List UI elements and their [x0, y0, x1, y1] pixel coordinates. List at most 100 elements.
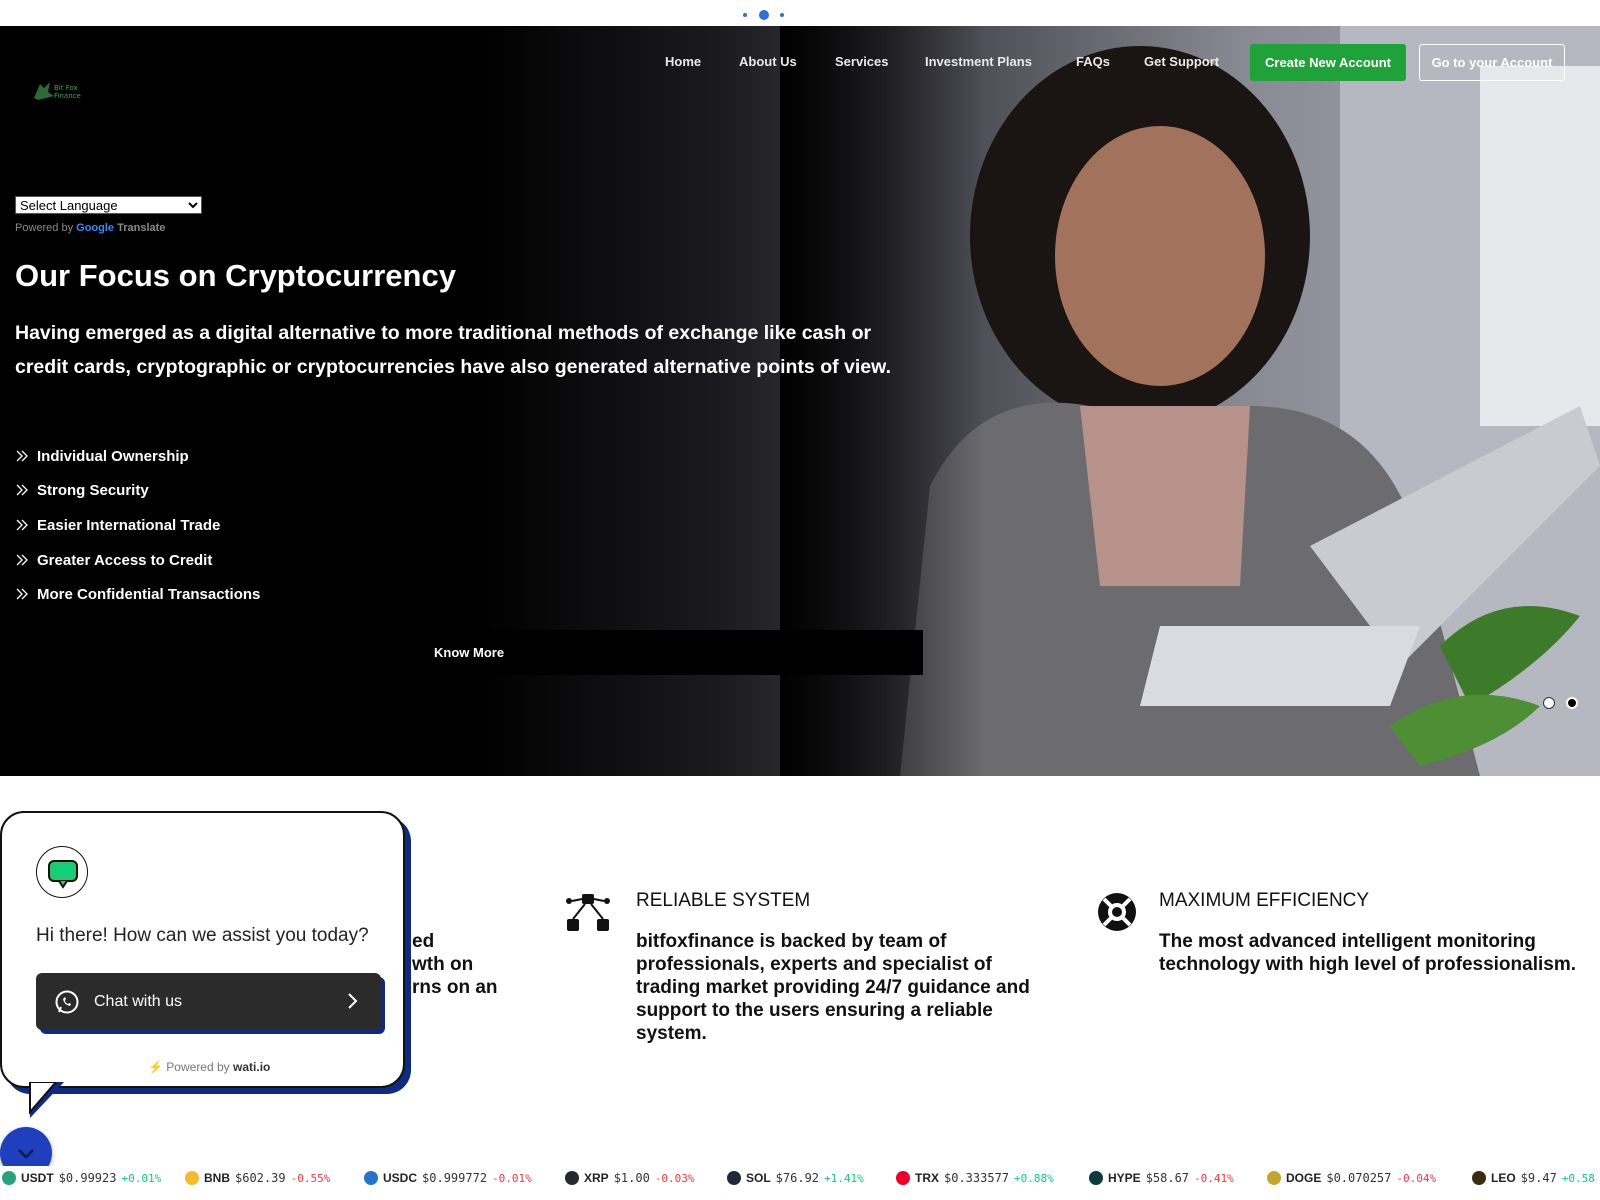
- page-indicator-strip: [0, 0, 1600, 26]
- ticker-change: +1.41%: [824, 1171, 864, 1185]
- logo-line1: Bit Fox: [54, 84, 78, 92]
- ticker-symbol: USDT: [21, 1171, 54, 1185]
- ticker-item[interactable]: BNB $602.39 -0.55%: [185, 1168, 330, 1188]
- chat-widget-card: Hi there! How can we assist you today? C…: [0, 811, 410, 1091]
- ticker-price: $0.999772: [422, 1171, 488, 1185]
- hero-title: Our Focus on Cryptocurrency: [15, 258, 456, 293]
- hero-description: Having emerged as a digital alternative …: [15, 322, 891, 378]
- ticker-symbol: HYPE: [1108, 1171, 1141, 1185]
- ticker-symbol: XRP: [584, 1171, 609, 1185]
- column2-title: RELIABLE SYSTEM: [636, 890, 811, 911]
- nav-investment-plans[interactable]: Investment Plans: [925, 54, 1032, 69]
- feature-item: Greater Access to Credit: [15, 550, 212, 570]
- ticker-item[interactable]: LEO $9.47 +0.58: [1472, 1168, 1595, 1188]
- ticker-price: $0.99923: [58, 1171, 117, 1185]
- feature-item: More Confidential Transactions: [15, 584, 260, 604]
- ticker-symbol: DOGE: [1286, 1171, 1322, 1185]
- chat-greeting: Hi there! How can we assist you today?: [36, 925, 369, 946]
- ticker-price: $0.333577: [944, 1171, 1010, 1185]
- trx-icon: [896, 1171, 910, 1185]
- create-account-button[interactable]: Create New Account: [1250, 44, 1406, 81]
- column3-title: MAXIMUM EFFICIENCY: [1159, 890, 1370, 911]
- xrp-icon: [565, 1171, 579, 1185]
- feature-label: More Confidential Transactions: [37, 585, 261, 603]
- nav-services[interactable]: Services: [835, 54, 889, 69]
- ticker-price: $76.92: [775, 1171, 820, 1185]
- chat-bubble-icon: [48, 860, 78, 889]
- logo-line2: Finance: [54, 92, 81, 100]
- double-chevron-icon: [16, 588, 28, 600]
- nav-faqs[interactable]: FAQs: [1076, 54, 1110, 69]
- ticker-change: -0.03%: [654, 1171, 695, 1185]
- ticker-symbol: SOL: [746, 1171, 771, 1185]
- double-chevron-icon: [16, 554, 28, 566]
- ticker-symbol: LEO: [1491, 1171, 1516, 1185]
- ticker-change: -0.01%: [492, 1171, 532, 1185]
- ticker-item[interactable]: SOL $76.92 +1.41%: [727, 1168, 864, 1188]
- ticker-change: -0.41%: [1194, 1171, 1234, 1185]
- chat-with-us-button[interactable]: Chat with us: [36, 973, 381, 1030]
- bnb-icon: [185, 1171, 199, 1185]
- page-dot[interactable]: [780, 13, 784, 17]
- usdt-icon: [2, 1171, 16, 1185]
- network-icon: [566, 894, 610, 931]
- wati-powered-text: Powered by: [166, 1060, 230, 1074]
- column1-fragment: ed: [412, 931, 435, 952]
- ticker-item[interactable]: USDT $0.99923 +0.01%: [2, 1168, 161, 1188]
- slider-dot[interactable]: [1543, 697, 1555, 709]
- column1-fragment: wth on: [412, 954, 474, 975]
- go-to-account-button[interactable]: Go to your Account: [1419, 44, 1565, 81]
- ticker-price: $1.00: [613, 1171, 650, 1185]
- slider-dot-active[interactable]: [1566, 697, 1578, 709]
- feature-label: Greater Access to Credit: [37, 551, 213, 569]
- powered-by-text: Powered by: [15, 222, 74, 234]
- ticker-item[interactable]: DOGE $0.070257 -0.04%: [1267, 1168, 1436, 1188]
- ticker-price: $9.47: [1520, 1171, 1557, 1185]
- column1-fragment: rns on an: [412, 977, 498, 998]
- ticker-item[interactable]: XRP $1.00 -0.03%: [565, 1168, 695, 1188]
- know-more-button[interactable]: Know More: [412, 630, 923, 675]
- column2-text: bitfoxfinance is backed by team of profe…: [636, 931, 1030, 1044]
- double-chevron-icon: [16, 484, 28, 496]
- ticker-price: $602.39: [235, 1171, 286, 1185]
- doge-icon: [1267, 1171, 1281, 1185]
- chevron-down-icon: [18, 1149, 34, 1159]
- chat-card-body: Hi there! How can we assist you today? C…: [0, 811, 405, 1088]
- double-chevron-icon: [16, 519, 28, 531]
- sol-icon: [727, 1171, 741, 1185]
- nav-home[interactable]: Home: [665, 54, 701, 69]
- chevron-right-icon: [348, 993, 358, 1009]
- feature-label: Strong Security: [37, 481, 149, 499]
- ticker-change: +0.01%: [121, 1171, 162, 1185]
- feature-item: Individual Ownership: [15, 446, 189, 466]
- ticker-symbol: BNB: [204, 1171, 230, 1185]
- ticker-change: +0.58: [1561, 1171, 1595, 1185]
- ticker-change: +0.88%: [1014, 1171, 1054, 1185]
- chat-avatar: [36, 846, 88, 898]
- ticker-symbol: TRX: [915, 1171, 939, 1185]
- lifebuoy-icon: [1098, 893, 1136, 931]
- ticker-item[interactable]: HYPE $58.67 -0.41%: [1089, 1168, 1234, 1188]
- feature-item: Easier International Trade: [15, 515, 220, 535]
- wati-credit: ⚡ Powered by wati.io: [148, 1060, 270, 1074]
- wati-brand[interactable]: wati.io: [233, 1060, 270, 1074]
- google-translate-credit: Powered by Google Translate: [15, 222, 165, 234]
- language-select[interactable]: Select Language: [15, 196, 202, 214]
- page-dot[interactable]: [743, 13, 747, 17]
- leo-icon: [1472, 1171, 1486, 1185]
- hype-icon: [1089, 1171, 1103, 1185]
- translate-text[interactable]: Translate: [117, 222, 165, 234]
- ticker-price: $58.67: [1145, 1171, 1190, 1185]
- ticker-item[interactable]: TRX $0.333577 +0.88%: [896, 1168, 1054, 1188]
- page-dot-active[interactable]: [759, 10, 769, 20]
- google-text[interactable]: Google: [76, 222, 114, 234]
- ticker-item[interactable]: USDC $0.999772 -0.01%: [364, 1168, 532, 1188]
- feature-label: Individual Ownership: [37, 447, 189, 465]
- chat-button-label: Chat with us: [94, 992, 183, 1010]
- whatsapp-icon: [55, 990, 79, 1013]
- double-chevron-icon: [16, 450, 28, 462]
- nav-get-support[interactable]: Get Support: [1144, 54, 1219, 69]
- nav-about-us[interactable]: About Us: [739, 54, 797, 69]
- feature-item: Strong Security: [15, 480, 149, 500]
- ticker-price: $0.070257: [1326, 1171, 1392, 1185]
